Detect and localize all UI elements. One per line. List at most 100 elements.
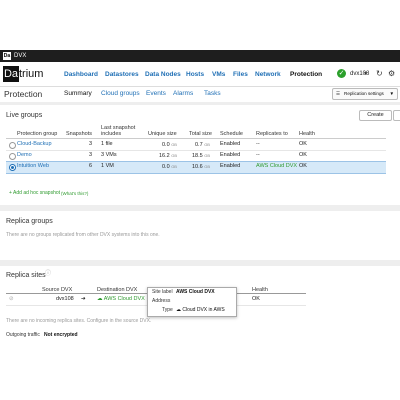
tab-tasks[interactable]: Tasks [204,90,221,98]
chevron-down-icon: ▼ [389,91,394,96]
site-label-key: Site label [152,289,173,295]
live-groups-title: Live groups [6,112,43,119]
total-size-unit: GB [204,142,210,147]
edit-site-icon[interactable]: ⊘ [9,296,14,303]
replicates-to[interactable]: AWS Cloud DVX [256,163,297,170]
unique-size-unit: GB [171,164,177,169]
site-details-popover: Site label AWS Cloud DVX Address Type ☁ … [147,287,237,317]
brand-text: trium [19,68,44,80]
tab-alarms[interactable]: Alarms [173,90,193,98]
total-size-value: 0.7 [195,142,203,148]
app-title: DVX [14,53,27,59]
snapshot-count: 3 [89,141,93,147]
snapshot-count: 6 [89,163,93,169]
chevron-down-icon[interactable]: ▼ [363,70,368,78]
outgoing-traffic-label: Outgoing traffic [6,332,40,338]
unique-size-value: 0.0 [162,142,170,148]
group-name[interactable]: Demo [17,152,32,159]
total-size-value: 10.6 [192,164,203,170]
nav-hosts[interactable]: Hosts [186,70,204,79]
brand-logo[interactable]: Da trium [3,66,57,82]
total-size-unit: GB [204,153,211,158]
schedule-status: Enabled [220,152,241,158]
info-icon[interactable]: ⓘ [45,271,51,278]
last-snapshot-includes: 1 VM [101,163,114,169]
replica-groups-title: Replica groups [6,218,53,225]
unique-size-unit: GB [171,142,177,147]
schedule-status: Enabled [220,141,241,147]
type-key: Type [162,307,173,313]
col-protection-group: Protection group [17,131,58,137]
unique-size-unit: GB [171,153,178,158]
nav-data-nodes[interactable]: Data Nodes [145,70,181,79]
outgoing-traffic-value: Not encrypted [44,332,78,338]
whats-this-link[interactable]: (What's this?) [61,190,88,197]
nav-datastores[interactable]: Datastores [105,70,139,79]
col-schedule: Schedule [220,131,243,137]
window-titlebar: Da DVX [0,50,400,62]
schedule-status: Enabled [220,163,241,169]
page-title: Protection [4,89,43,99]
replication-settings-button[interactable]: ☰ Replication settings ▼ [332,88,398,100]
health-status: OK [299,163,307,169]
tab-cloud-groups[interactable]: Cloud groups [101,90,140,98]
replica-sites-title: Replica sites [6,272,46,279]
health-status: OK [299,152,307,158]
nav-files[interactable]: Files [233,70,248,79]
tab-events[interactable]: Events [146,90,166,98]
group-name[interactable]: Intuition Web [17,163,49,170]
unique-size: 16.2 GB [159,152,177,160]
snapshot-count: 3 [89,152,93,158]
health-status: OK [299,141,307,147]
brand-mark: Da [3,66,19,82]
col-total-size: Total size [189,131,212,137]
site-label-value: AWS Cloud DVX [176,289,215,295]
check-circle-icon: ✓ [337,69,346,78]
replication-settings-label: Replication settings [344,91,384,96]
datrium-logo-icon: Da [3,52,11,60]
nav-protection[interactable]: Protection [290,70,322,79]
total-size-unit: GB [204,164,211,169]
col-health: Health [299,131,315,137]
refresh-icon[interactable]: ↻ [376,69,383,78]
total-size: 0.7 GB [195,141,210,149]
gear-icon[interactable]: ⚙ [388,69,395,78]
add-adhoc-snapshot-label: Add ad hoc snapshot [13,190,61,196]
destination-dvx[interactable]: ☁ AWS Cloud DVX [97,296,145,303]
more-button[interactable] [393,110,400,121]
nav-network[interactable]: Network [255,70,281,79]
add-adhoc-snapshot-link[interactable]: + Add ad hoc snapshot [9,190,60,197]
create-button[interactable]: Create [359,110,392,121]
address-key: Address [152,298,171,304]
source-dvx: dvx108 [56,296,74,302]
last-snapshot-includes: 1 file [101,141,113,147]
replicates-to: -- [256,141,260,147]
arrow-right-icon: ➔ [81,296,86,302]
col-replicates-to: Replicates to [256,131,288,137]
unique-size: 0.0 GB [162,141,177,149]
total-size: 10.6 GB [192,163,210,171]
group-name[interactable]: Cloud-Backup [17,141,52,148]
unique-size: 0.0 GB [162,163,177,171]
col-snapshots: Snapshots [66,131,92,137]
type-value-label: Cloud DVX in AWS [182,307,225,313]
replicates-to: -- [256,152,260,158]
row-radio[interactable] [9,153,16,160]
last-snapshot-includes: 3 VMs [101,152,117,158]
tab-summary[interactable]: Summary [64,90,92,98]
replica-groups-empty-text: There are no groups replicated from othe… [6,232,160,238]
total-size: 18.5 GB [192,152,210,160]
total-size-value: 18.5 [192,153,203,159]
row-radio[interactable] [9,142,16,149]
nav-vms[interactable]: VMs [212,70,225,79]
col-includes: includes [101,131,122,137]
nav-dashboard[interactable]: Dashboard [64,70,98,79]
unique-size-value: 16.2 [159,153,170,159]
row-radio-selected[interactable] [9,164,16,171]
cloud-icon: ☁ [97,296,103,302]
cloud-icon: ☁ [176,307,181,313]
destination-dvx-label: AWS Cloud DVX [103,296,145,302]
unique-size-value: 0.0 [162,164,170,170]
site-health: OK [252,296,260,302]
incoming-replica-text: There are no incoming replica sites. Con… [6,318,152,324]
